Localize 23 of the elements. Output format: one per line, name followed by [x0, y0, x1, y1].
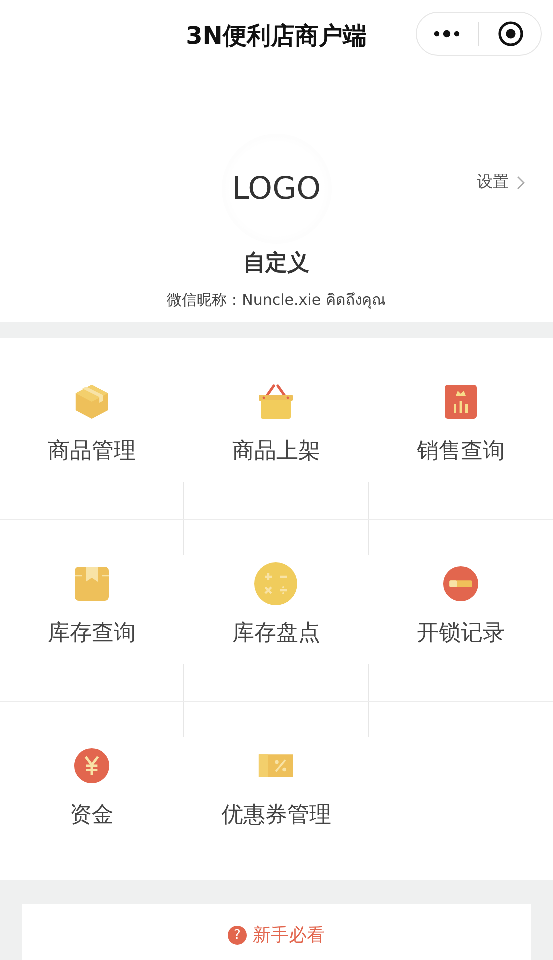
menu-item[interactable]: 优惠券管理: [221, 748, 332, 838]
more-icon[interactable]: [434, 30, 460, 38]
no-entry-icon: [442, 566, 479, 602]
menu-item[interactable]: 开锁记录: [416, 566, 505, 656]
help-icon: ?: [228, 926, 247, 944]
menu-item[interactable]: 销售查询: [416, 384, 505, 474]
menu-item[interactable]: 库存查询: [48, 566, 136, 656]
calculator-icon: [254, 562, 298, 606]
nickname: 微信昵称：Nuncle.xie คิดถึงคุณ: [167, 290, 386, 312]
chevron-icon: [517, 176, 525, 190]
menu-item[interactable]: 商品管理: [48, 384, 136, 474]
page-title: 3N便利店商户端: [186, 21, 367, 52]
menu-item[interactable]: 商品上架: [232, 384, 320, 474]
box-icon: [74, 384, 110, 420]
close-icon[interactable]: [498, 21, 524, 47]
chart-icon: [442, 384, 479, 420]
menu-item[interactable]: 库存盘点: [232, 566, 320, 656]
menu-item[interactable]: 资金: [70, 748, 114, 838]
settings-link[interactable]: 设置: [477, 172, 525, 193]
basket-icon: [258, 384, 294, 420]
package-icon: [74, 566, 110, 602]
yen-icon: [74, 748, 110, 784]
store-name: 自定义: [244, 250, 310, 278]
